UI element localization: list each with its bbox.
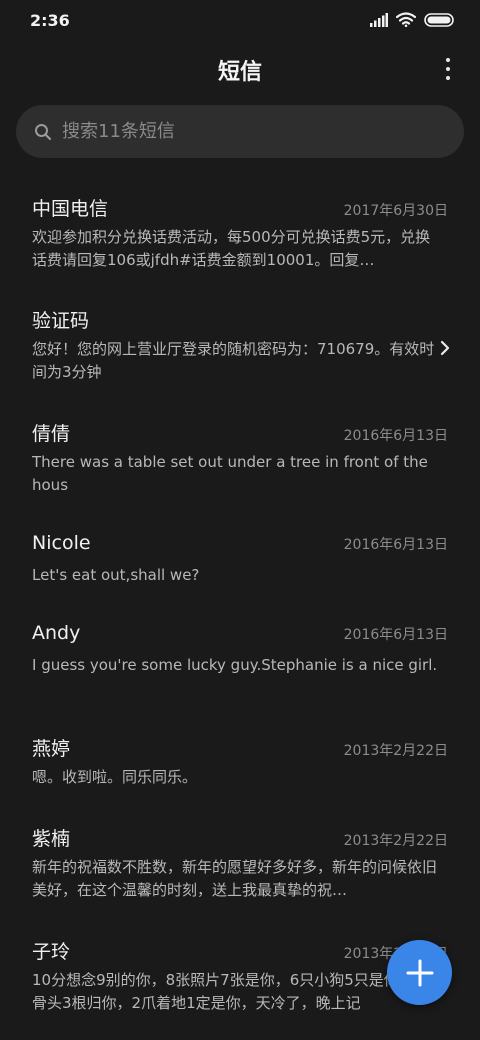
conversation-item[interactable]: 倩倩 2016年6月13日 There was a table set out … <box>0 405 480 518</box>
sender-name: 燕婷 <box>32 738 71 760</box>
message-preview: 新年的祝福数不胜数，新年的愿望好多好多，新年的问候依旧美好，在这个温馨的时刻，送… <box>32 858 438 899</box>
chevron-right-icon <box>440 340 450 356</box>
message-preview: 您好！您的网上营业厅登录的随机密码为：710679。有效时间为3分钟 <box>32 340 435 381</box>
new-message-button[interactable] <box>387 940 452 1005</box>
sender-name: 子玲 <box>32 941 71 963</box>
search-bar[interactable] <box>16 105 464 158</box>
wifi-icon <box>396 12 416 27</box>
message-preview: 欢迎参加积分兑换话费活动，每500分可兑换话费5元，兑换话费请回复106或jfd… <box>32 228 431 269</box>
search-icon <box>35 123 52 140</box>
conversation-item[interactable]: 紫楠 2013年2月22日 新年的祝福数不胜数，新年的愿望好多好多，新年的问候依… <box>0 810 480 923</box>
conversation-item[interactable]: 验证码 您好！您的网上营业厅登录的随机密码为：710679。有效时间为3分钟 <box>0 292 480 405</box>
sender-name: 中国电信 <box>32 198 109 220</box>
message-date: 2017年6月30日 <box>343 203 448 219</box>
conversation-item[interactable]: 燕婷 2013年2月22日 嗯。收到啦。同乐同乐。 <box>0 720 480 810</box>
battery-icon <box>424 12 454 27</box>
sender-name: 倩倩 <box>32 423 71 445</box>
more-vertical-icon <box>446 58 450 62</box>
message-preview: Let's eat out,shall we? <box>32 566 200 584</box>
sender-name: 紫楠 <box>32 828 71 850</box>
header: 短信 <box>0 42 480 98</box>
page-title: 短信 <box>217 60 262 85</box>
message-date: 2016年6月13日 <box>343 627 448 643</box>
sender-name: Nicole <box>32 532 91 554</box>
signal-icon <box>370 12 388 27</box>
search-input[interactable] <box>62 121 464 142</box>
conversation-item[interactable]: Andy 2016年6月13日 I guess you're some luck… <box>0 608 480 720</box>
status-icons <box>370 12 454 27</box>
message-preview: 10分想念9别的你，8张照片7张是你，6只小狗5只是你，4根骨头3根归你，2爪着… <box>32 971 439 1012</box>
sender-name: Andy <box>32 622 81 644</box>
message-preview: 嗯。收到啦。同乐同乐。 <box>32 768 198 786</box>
sender-name: 验证码 <box>32 310 90 332</box>
message-list: 中国电信 2017年6月30日 欢迎参加积分兑换话费活动，每500分可兑换话费5… <box>0 180 480 1040</box>
message-date: 2013年2月22日 <box>343 833 448 849</box>
conversation-item[interactable]: 中国电信 2017年6月30日 欢迎参加积分兑换话费活动，每500分可兑换话费5… <box>0 180 480 292</box>
plus-icon <box>406 959 433 986</box>
message-date: 2013年2月22日 <box>343 743 448 759</box>
status-bar: 2:36 <box>0 0 480 42</box>
message-preview: I guess you're some lucky guy.Stephanie … <box>32 656 438 674</box>
message-date: 2016年6月13日 <box>343 428 448 444</box>
conversation-item[interactable]: Nicole 2016年6月13日 Let's eat out,shall we… <box>0 518 480 608</box>
status-time: 2:36 <box>30 11 70 30</box>
message-preview: There was a table set out under a tree i… <box>32 453 428 494</box>
message-date: 2016年6月13日 <box>343 537 448 553</box>
more-options-button[interactable] <box>438 56 458 82</box>
